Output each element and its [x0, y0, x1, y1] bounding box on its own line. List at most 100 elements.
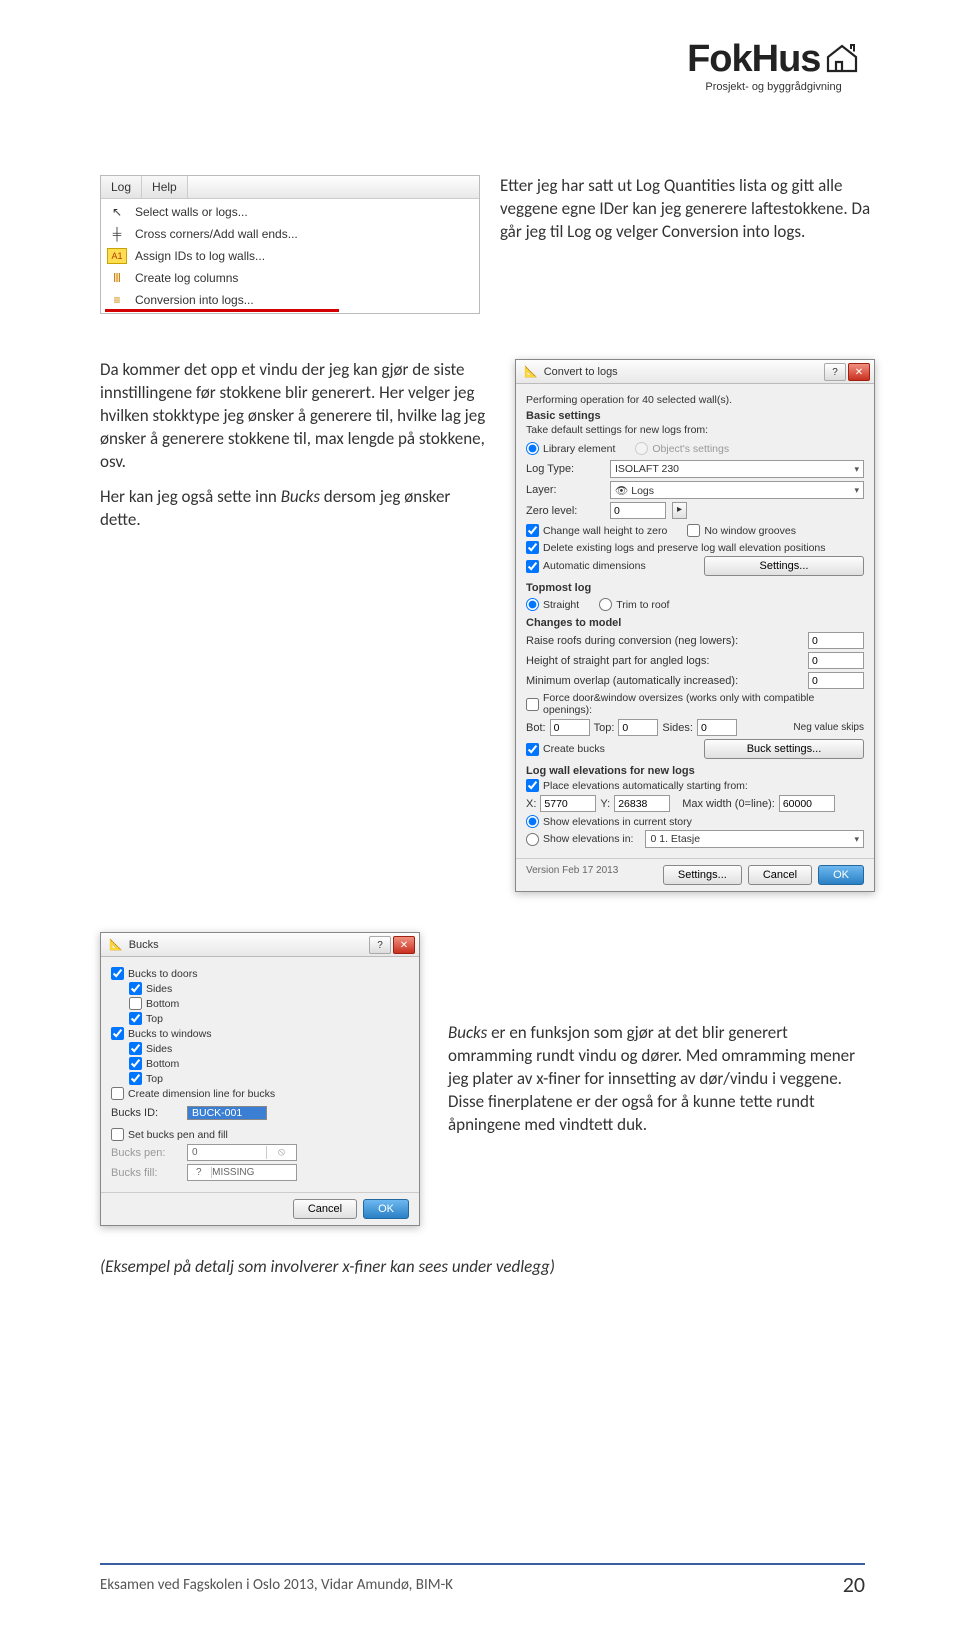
bot-label: Bot:	[526, 722, 546, 734]
sides-input[interactable]	[697, 719, 737, 736]
cb-auto[interactable]	[526, 560, 539, 573]
close-button[interactable]: ✕	[848, 363, 870, 381]
log-menu: Log Help ↖ Select walls or logs... ╪ Cro…	[100, 175, 480, 314]
raise-input[interactable]	[808, 632, 864, 649]
cb-pen-fill[interactable]	[111, 1128, 124, 1141]
cb-doors-label: Bucks to doors	[128, 968, 197, 980]
bucks-cancel-button[interactable]: Cancel	[293, 1199, 357, 1219]
cb-win-top[interactable]	[129, 1072, 142, 1085]
cb-change-height[interactable]	[526, 524, 539, 537]
close-button[interactable]: ✕	[393, 936, 415, 954]
dialog-title-bar[interactable]: 📐 Convert to logs ? ✕	[516, 360, 874, 384]
overlap-label: Minimum overlap (automatically increased…	[526, 675, 802, 687]
dim-settings-button[interactable]: Settings...	[704, 556, 864, 576]
menu-tab-help[interactable]: Help	[142, 176, 188, 198]
log-type-dropdown[interactable]: ISOLAFT 230	[610, 460, 864, 478]
paragraph-3: Bucks er en funksjon som gjør at det bli…	[448, 932, 875, 1149]
top-input[interactable]	[618, 719, 658, 736]
layer-value: Logs	[631, 485, 654, 497]
cb-auto-label: Automatic dimensions	[543, 560, 646, 572]
layer-dropdown[interactable]: 👁 Logs	[610, 481, 864, 499]
cancel-button[interactable]: Cancel	[748, 865, 812, 885]
radio-current-story[interactable]	[526, 815, 539, 828]
cb-doors-bottom[interactable]	[129, 997, 142, 1010]
bucks-title-bar[interactable]: 📐 Bucks ? ✕	[101, 933, 419, 957]
footer-text: Eksamen ved Fagskolen i Oslo 2013, Vidar…	[100, 1576, 453, 1594]
radio-current-label: Show elevations in current story	[543, 816, 692, 828]
bucks-ok-button[interactable]: OK	[363, 1199, 409, 1219]
cb-create-bucks[interactable]	[526, 743, 539, 756]
menu-item-label: Select walls or logs...	[135, 205, 248, 219]
menu-item-conversion[interactable]: ≡ Conversion into logs...	[101, 289, 479, 311]
page-number: 20	[843, 1571, 865, 1598]
fill-value: MISSING	[211, 1167, 254, 1178]
bucks-id-input[interactable]: BUCK-001	[187, 1106, 267, 1120]
cb-doors-sides[interactable]	[129, 982, 142, 995]
raise-label: Raise roofs during conversion (neg lower…	[526, 635, 802, 647]
basic-settings-title: Basic settings	[526, 410, 864, 422]
cb-win-sides-label: Sides	[146, 1043, 172, 1055]
radio-straight-label: Straight	[543, 599, 579, 611]
logo: FokHus Prosjekt- og byggrådgivning	[687, 38, 860, 93]
story-dropdown[interactable]: 0 1. Etasje	[645, 830, 864, 848]
operation-text: Performing operation for 40 selected wal…	[526, 394, 864, 406]
cb-dim-label: Create dimension line for bucks	[128, 1088, 275, 1100]
cb-bucks-windows[interactable]	[111, 1027, 124, 1040]
menu-item-columns[interactable]: Ⅲ Create log columns	[101, 267, 479, 289]
neg-label: Neg value skips	[793, 722, 864, 733]
menu-item-assign[interactable]: A1 Assign IDs to log walls...	[101, 245, 479, 267]
cb-place-elev[interactable]	[526, 779, 539, 792]
logs-icon: ≡	[107, 292, 127, 308]
y-input[interactable]	[614, 795, 670, 812]
maxw-input[interactable]	[779, 795, 835, 812]
cb-no-grooves[interactable]	[687, 524, 700, 537]
ok-button[interactable]: OK	[818, 865, 864, 885]
height-input[interactable]	[808, 652, 864, 669]
pen-value: 0	[188, 1147, 266, 1158]
radio-library[interactable]	[526, 442, 539, 455]
menu-item-cross[interactable]: ╪ Cross corners/Add wall ends...	[101, 223, 479, 245]
help-button[interactable]: ?	[824, 363, 846, 381]
cb-dim-line[interactable]	[111, 1087, 124, 1100]
radio-show-in[interactable]	[526, 833, 539, 846]
radio-object	[635, 442, 648, 455]
layer-label: Layer:	[526, 484, 604, 496]
menu-item-label: Conversion into logs...	[135, 293, 254, 307]
menu-tab-log[interactable]: Log	[101, 176, 142, 198]
x-label: X:	[526, 798, 536, 810]
cb-sides-label: Sides	[146, 983, 172, 995]
radio-object-label: Object's settings	[652, 443, 729, 455]
x-input[interactable]	[540, 795, 596, 812]
paragraph-1: Etter jeg har satt ut Log Quantities lis…	[500, 175, 875, 314]
pen-label: Bucks pen:	[111, 1147, 181, 1159]
zero-picker[interactable]: ▸	[672, 502, 687, 519]
help-button[interactable]: ?	[369, 936, 391, 954]
cb-win-bottom[interactable]	[129, 1057, 142, 1070]
buck-settings-button[interactable]: Buck settings...	[704, 739, 864, 759]
para2a-text: Da kommer det opp et vindu der jeg kan g…	[100, 359, 490, 474]
height-label: Height of straight part for angled logs:	[526, 655, 802, 667]
menu-item-select[interactable]: ↖ Select walls or logs...	[101, 201, 479, 223]
cb-win-bottom-label: Bottom	[146, 1058, 179, 1070]
cb-top-label: Top	[146, 1013, 163, 1025]
app-icon: 📐	[524, 365, 538, 378]
settings-button[interactable]: Settings...	[663, 865, 742, 885]
cb-force[interactable]	[526, 698, 539, 711]
radio-trim[interactable]	[599, 598, 612, 611]
cb-bucks-doors[interactable]	[111, 967, 124, 980]
logo-main: FokHus	[687, 38, 860, 81]
columns-icon: Ⅲ	[107, 270, 127, 286]
sides-label: Sides:	[662, 722, 693, 734]
radio-straight[interactable]	[526, 598, 539, 611]
cb-win-top-label: Top	[146, 1073, 163, 1085]
changes-title: Changes to model	[526, 617, 864, 629]
overlap-input[interactable]	[808, 672, 864, 689]
cb-win-sides[interactable]	[129, 1042, 142, 1055]
zero-input[interactable]	[610, 502, 666, 519]
cb-place-label: Place elevations automatically starting …	[543, 780, 748, 792]
para1-text: Etter jeg har satt ut Log Quantities lis…	[500, 175, 870, 242]
cb-doors-top[interactable]	[129, 1012, 142, 1025]
cb-delete[interactable]	[526, 541, 539, 554]
cb-pen-label: Set bucks pen and fill	[128, 1129, 228, 1141]
bot-input[interactable]	[550, 719, 590, 736]
